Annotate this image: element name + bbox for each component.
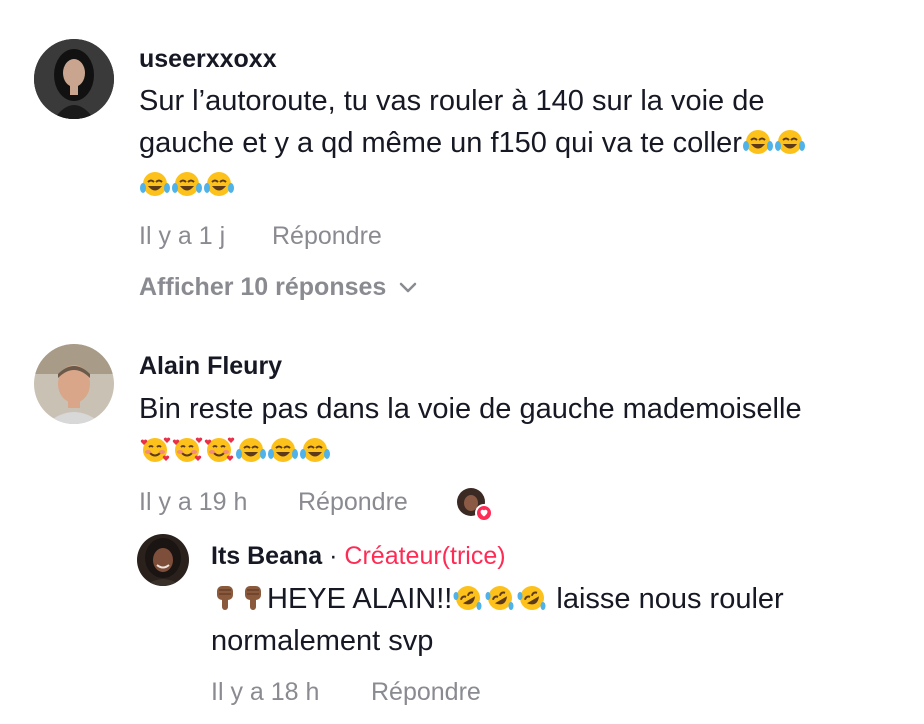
view-replies-button[interactable]: Afficher 10 réponses: [139, 273, 417, 302]
reply-text-segment: laisse nous rouler: [548, 583, 784, 615]
comment-emoji-line: [139, 430, 909, 472]
reply-text-line: HEYE ALAIN!! laisse nous rouler: [211, 578, 911, 620]
face-with-tears-of-joy-emoji: [299, 436, 331, 464]
reply-text-segment: HEYE ALAIN!!: [267, 583, 453, 615]
rolling-on-floor-laughing-emoji: [484, 584, 516, 612]
comment-text: Sur l’autoroute, tu vas rouler à 140 sur…: [139, 80, 909, 206]
avatar[interactable]: [34, 39, 114, 119]
reply-username-line: Its Beana · Créateur(trice): [211, 542, 506, 571]
comment-username[interactable]: useerxxoxx: [139, 45, 277, 74]
face-with-tears-of-joy-emoji: [267, 436, 299, 464]
smiling-face-with-hearts-emoji: [139, 436, 171, 464]
reply-button[interactable]: Répondre: [298, 488, 408, 517]
smiling-face-with-hearts-emoji: [171, 436, 203, 464]
face-with-tears-of-joy-emoji: [139, 170, 171, 198]
reply-text: HEYE ALAIN!! laisse nous rouler normalem…: [211, 578, 911, 662]
chevron-down-icon: [399, 282, 417, 294]
comment-text-line: Sur l’autoroute, tu vas rouler à 140 sur…: [139, 85, 765, 117]
face-with-tears-of-joy-emoji: [171, 170, 203, 198]
reply-username[interactable]: Its Beana: [211, 542, 322, 570]
separator-dot: ·: [329, 542, 338, 570]
comment-text: Bin reste pas dans la voie de gauche mad…: [139, 388, 909, 472]
comment-timestamp: Il y a 1 j: [139, 222, 226, 250]
smiling-face-with-hearts-emoji: [203, 436, 235, 464]
avatar[interactable]: [137, 534, 189, 586]
face-with-tears-of-joy-emoji: [235, 436, 267, 464]
pointing-down-emoji: [211, 584, 239, 612]
pointing-down-emoji: [239, 584, 267, 612]
creator-heart-avatar-icon: [454, 486, 494, 522]
reply-button[interactable]: Répondre: [371, 678, 481, 707]
reply-button[interactable]: Répondre: [272, 222, 382, 251]
comment-text-line: gauche et y a qd même un f150 qui va te …: [139, 122, 909, 164]
view-replies-label: Afficher 10 réponses: [139, 273, 387, 301]
face-with-tears-of-joy-emoji: [742, 128, 774, 156]
comment-emoji-line: [139, 164, 909, 206]
comment-text-line: Bin reste pas dans la voie de gauche mad…: [139, 393, 802, 425]
comment-username[interactable]: Alain Fleury: [139, 352, 282, 381]
reply-text-line: normalement svp: [211, 625, 434, 657]
face-with-tears-of-joy-emoji: [203, 170, 235, 198]
comment-text-segment: gauche et y a qd même un f150 qui va te …: [139, 127, 742, 159]
creator-badge: Créateur(trice): [344, 542, 506, 570]
comment-timestamp: Il y a 19 h: [139, 488, 248, 516]
rolling-on-floor-laughing-emoji: [516, 584, 548, 612]
avatar[interactable]: [34, 344, 114, 424]
rolling-on-floor-laughing-emoji: [452, 584, 484, 612]
face-with-tears-of-joy-emoji: [774, 128, 806, 156]
reply-timestamp: Il y a 18 h: [211, 678, 320, 706]
